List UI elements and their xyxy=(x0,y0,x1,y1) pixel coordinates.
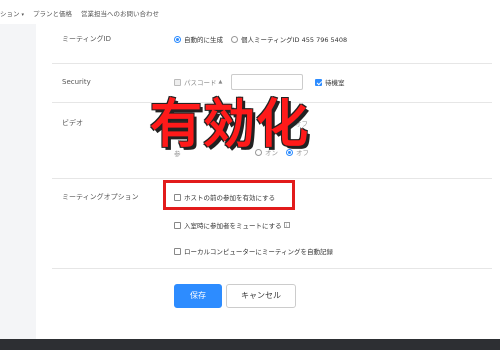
divider xyxy=(52,178,492,179)
highlight-box xyxy=(163,180,295,210)
enable-overlay-caption: 有効化 xyxy=(150,95,310,155)
divider xyxy=(52,63,492,64)
mute-on-entry-option[interactable]: 入室時に参加者をミュートにする i xyxy=(174,220,290,230)
chevron-up-icon: ▲ xyxy=(218,79,223,85)
checkbox-disabled-icon[interactable] xyxy=(174,78,181,86)
radio-selected-icon[interactable] xyxy=(174,35,181,43)
checkbox-icon[interactable] xyxy=(174,221,181,229)
cancel-button[interactable]: キャンセル xyxy=(226,284,296,308)
meeting-id-label: ミーティングID xyxy=(62,35,112,43)
divider xyxy=(52,268,492,269)
security-label: Security xyxy=(62,78,91,86)
video-label: ビデオ xyxy=(62,119,83,127)
auto-record-option[interactable]: ローカルコンピューターにミーティングを自動記録 xyxy=(174,246,333,256)
checkbox-icon[interactable] xyxy=(174,247,181,255)
waiting-room-option[interactable]: 待機室 xyxy=(315,77,345,87)
meeting-id-auto-option[interactable]: 自動的に生成 xyxy=(174,34,223,44)
passcode-option[interactable]: パスコード ▲ xyxy=(174,77,222,87)
checkbox-checked-icon[interactable] xyxy=(315,78,322,86)
chevron-down-icon: ▾ xyxy=(21,12,25,18)
save-button[interactable]: 保存 xyxy=(174,284,222,308)
nav-item-pricing[interactable]: プランと価格 xyxy=(33,8,72,18)
meeting-id-personal-option[interactable]: 個人ミーティングID 455 796 5408 xyxy=(231,34,347,44)
meeting-options-label: ミーティングオプション xyxy=(62,193,139,201)
nav-item-solutions[interactable]: ション ▾ xyxy=(0,8,24,18)
top-navigation: ション ▾ プランと価格 営業担当へのお問い合わせ xyxy=(0,0,500,24)
info-icon[interactable]: i xyxy=(283,222,290,228)
passcode-input[interactable] xyxy=(231,74,303,90)
radio-icon[interactable] xyxy=(231,35,238,43)
footer-bar xyxy=(0,339,500,350)
nav-item-contact-sales[interactable]: 営業担当へのお問い合わせ xyxy=(81,8,159,18)
